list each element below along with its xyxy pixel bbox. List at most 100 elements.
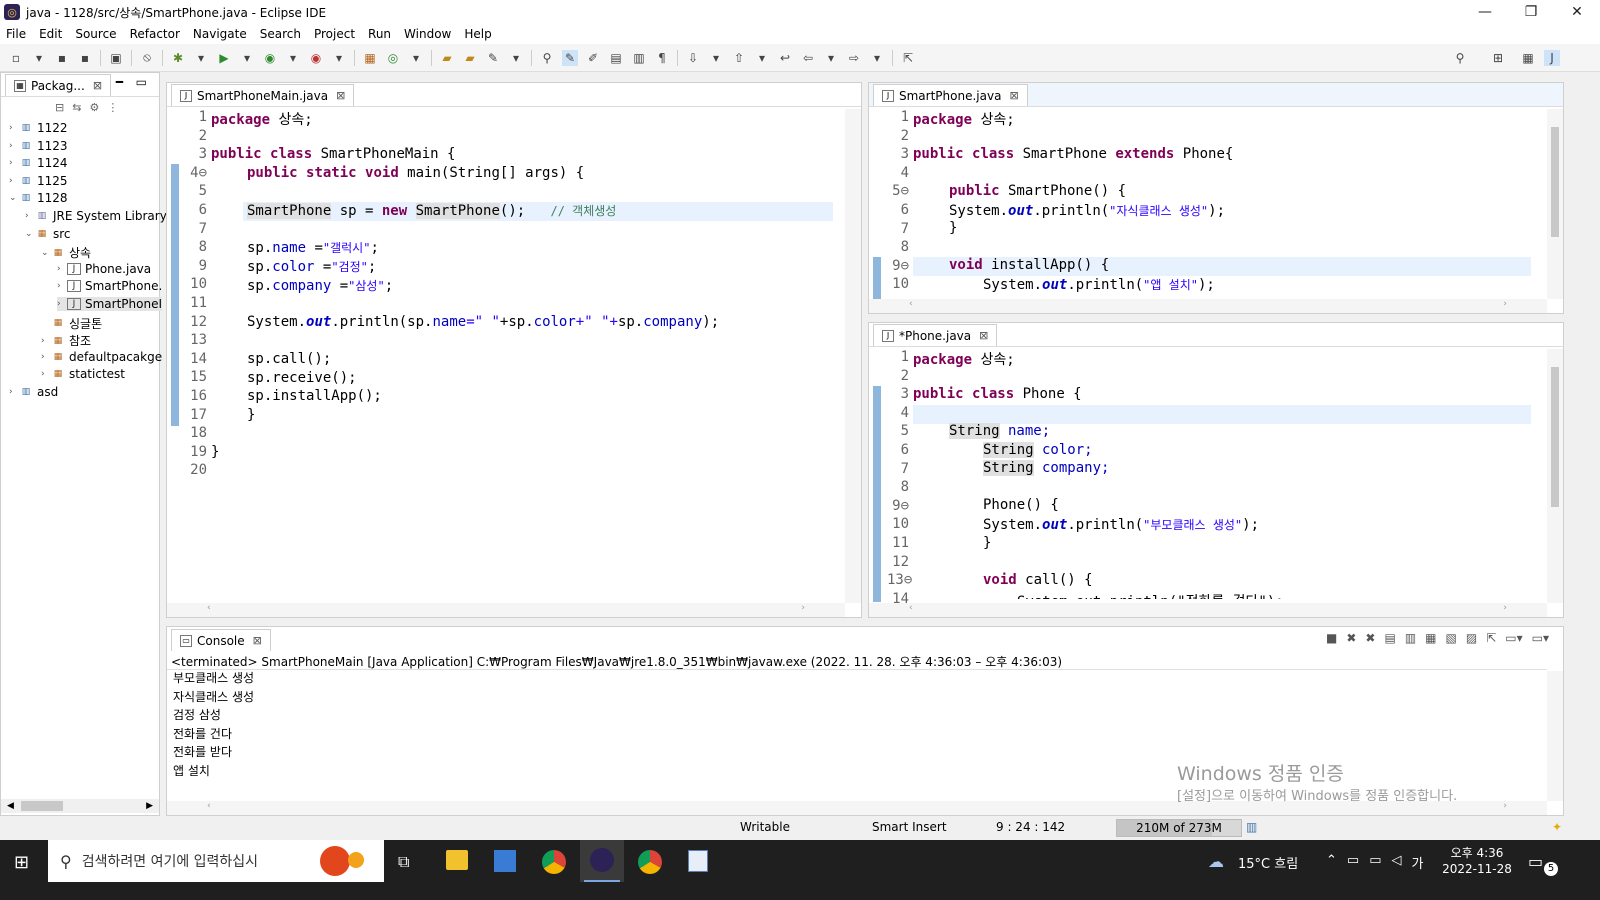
- weather-text[interactable]: 15°C 흐림: [1238, 853, 1298, 872]
- expand-arrow-icon[interactable]: ›: [57, 281, 67, 291]
- show-on-stdout-icon[interactable]: ▧: [1446, 631, 1457, 645]
- menu-refactor[interactable]: Refactor: [130, 27, 180, 41]
- menu-navigate[interactable]: Navigate: [193, 27, 247, 41]
- explorer-hscrollbar[interactable]: ◀ ▶: [1, 799, 159, 813]
- tree-item[interactable]: › ▦ defaultpacakge: [41, 350, 162, 364]
- notepad-icon[interactable]: [688, 850, 708, 872]
- new-icon[interactable]: ▫: [8, 50, 24, 66]
- dropdown-icon[interactable]: ▾: [754, 50, 770, 66]
- run-icon[interactable]: ▶: [216, 50, 232, 66]
- maximize-view-icon[interactable]: ▭: [136, 75, 147, 89]
- menu-project[interactable]: Project: [314, 27, 355, 41]
- block-selection-icon[interactable]: ✐: [585, 50, 601, 66]
- close-icon[interactable]: ⊠: [253, 634, 262, 647]
- close-icon[interactable]: ⊠: [979, 329, 988, 342]
- display-console-icon[interactable]: ▭▾: [1505, 631, 1522, 645]
- tree-item[interactable]: › J SmartPhoneI: [57, 297, 163, 311]
- tree-item[interactable]: › ▦ 참조: [41, 332, 91, 349]
- show-on-stderr-icon[interactable]: ▨: [1466, 631, 1477, 645]
- tree-item[interactable]: › ▥ 1124: [9, 156, 68, 170]
- forward-icon[interactable]: ⇨: [846, 50, 862, 66]
- close-icon[interactable]: ⊠: [336, 89, 345, 102]
- word-wrap-icon[interactable]: ▦: [1425, 631, 1436, 645]
- editor-hscrollbar[interactable]: ‹ ›: [167, 603, 845, 617]
- expand-arrow-icon[interactable]: ⌄: [41, 248, 51, 258]
- windows-start-icon[interactable]: ⊞: [14, 852, 29, 873]
- console-vscrollbar[interactable]: [1547, 671, 1563, 801]
- next-edit-icon[interactable]: ⇩: [685, 50, 701, 66]
- expand-arrow-icon[interactable]: ›: [9, 158, 19, 168]
- debug-icon[interactable]: ✱: [170, 50, 186, 66]
- dropdown-icon[interactable]: ▾: [869, 50, 885, 66]
- editor-hscrollbar[interactable]: ‹ ›: [869, 603, 1547, 617]
- open-perspective-icon[interactable]: ⊞: [1490, 50, 1506, 66]
- dropdown-icon[interactable]: ▾: [508, 50, 524, 66]
- tree-item[interactable]: › ▦ statictest: [41, 367, 125, 381]
- expand-arrow-icon[interactable]: ›: [41, 352, 51, 362]
- editor-vscrollbar[interactable]: [1547, 349, 1563, 603]
- code-area[interactable]: package 상속; public class SmartPhone exte…: [869, 109, 1563, 299]
- volume-icon[interactable]: ◁: [1392, 853, 1402, 872]
- search-icon[interactable]: ⚲: [1452, 50, 1468, 66]
- clock-date[interactable]: 2022-11-28: [1440, 862, 1514, 876]
- view-menu-icon[interactable]: ⋮: [107, 101, 118, 114]
- expand-arrow-icon[interactable]: ›: [9, 123, 19, 133]
- menu-run[interactable]: Run: [368, 27, 391, 41]
- scroll-left-icon[interactable]: ‹: [207, 801, 211, 815]
- back-icon[interactable]: ⇦: [800, 50, 816, 66]
- file-explorer-icon[interactable]: [446, 850, 468, 870]
- notification-icon[interactable]: ▭: [1528, 852, 1543, 871]
- scroll-lock-icon[interactable]: ▥: [1405, 631, 1416, 645]
- tree-item[interactable]: ⌄ ▦ src: [25, 227, 71, 241]
- display-icon[interactable]: ▭: [1369, 853, 1381, 872]
- scroll-right-icon[interactable]: ›: [1503, 299, 1507, 313]
- minimize-button[interactable]: —: [1462, 0, 1508, 24]
- tab-smartphone[interactable]: J SmartPhone.java ⊠: [873, 84, 1028, 106]
- search-tool-icon[interactable]: ✎: [485, 50, 501, 66]
- menu-file[interactable]: File: [6, 27, 26, 41]
- new-package-icon[interactable]: ▦: [362, 50, 378, 66]
- ime-indicator[interactable]: 가: [1412, 853, 1424, 872]
- tree-item[interactable]: › J Phone.java: [57, 262, 151, 276]
- external-tools-icon[interactable]: ◉: [308, 50, 324, 66]
- expand-arrow-icon[interactable]: ›: [9, 176, 19, 186]
- chrome-icon[interactable]: [542, 850, 566, 874]
- menu-edit[interactable]: Edit: [39, 27, 62, 41]
- tree-item[interactable]: › ▥ asd: [9, 385, 58, 399]
- pin-console-icon[interactable]: ⇱: [1486, 631, 1496, 645]
- scroll-thumb[interactable]: [1551, 367, 1559, 507]
- terminal-icon[interactable]: ▣: [108, 50, 124, 66]
- task-view-icon[interactable]: ⧉: [398, 852, 409, 872]
- scroll-thumb[interactable]: [21, 801, 63, 811]
- tree-item[interactable]: ⌄ ▦ 상속: [41, 244, 91, 261]
- new-class-icon[interactable]: ◎: [385, 50, 401, 66]
- collapse-all-icon[interactable]: ⊟: [55, 101, 64, 114]
- expand-arrow-icon[interactable]: ›: [9, 387, 19, 397]
- scroll-right-icon[interactable]: ›: [1503, 603, 1507, 617]
- tree-item[interactable]: ⌄ ▥ 1128: [9, 191, 68, 205]
- prev-edit-icon[interactable]: ⇧: [731, 50, 747, 66]
- network-icon[interactable]: ▭: [1347, 853, 1359, 872]
- taskbar-search-box[interactable]: ⚲ 검색하려면 여기에 입력하십시: [48, 840, 384, 882]
- open-folder-icon[interactable]: ▰: [462, 50, 478, 66]
- pin-editor-icon[interactable]: ⇱: [900, 50, 916, 66]
- cloud-weather-icon[interactable]: ☁: [1208, 852, 1224, 871]
- java-ee-perspective-icon[interactable]: ▦: [1520, 50, 1536, 66]
- editor-vscrollbar[interactable]: [1547, 109, 1563, 299]
- pilcrow-icon[interactable]: ¶: [654, 50, 670, 66]
- next-annotation-icon[interactable]: ⚲: [539, 50, 555, 66]
- word-wrap-icon[interactable]: ▤: [608, 50, 624, 66]
- mark-occurrences-icon[interactable]: ✎: [562, 49, 578, 66]
- scroll-right-icon[interactable]: ›: [801, 603, 805, 617]
- minimize-view-icon[interactable]: ━: [116, 75, 123, 89]
- close-icon[interactable]: ⊠: [93, 79, 102, 92]
- scroll-thumb[interactable]: [1551, 127, 1559, 237]
- menu-window[interactable]: Window: [404, 27, 451, 41]
- close-button[interactable]: ✕: [1554, 0, 1600, 24]
- chrome-profile-icon[interactable]: [638, 850, 662, 874]
- dropdown-icon[interactable]: ▾: [239, 50, 255, 66]
- eclipse-taskbar-button[interactable]: [580, 840, 624, 882]
- dropdown-icon[interactable]: ▾: [331, 50, 347, 66]
- expand-arrow-icon[interactable]: ›: [57, 299, 67, 309]
- menu-help[interactable]: Help: [464, 27, 491, 41]
